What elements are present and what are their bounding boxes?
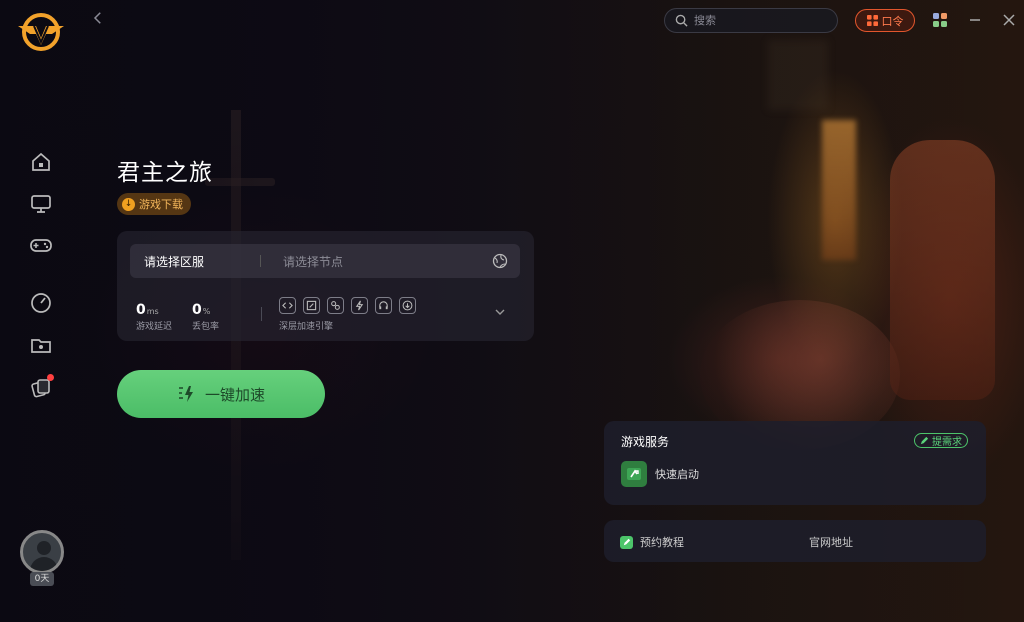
engine-tool-4[interactable] bbox=[351, 297, 368, 314]
loss-stat: 0% 丢包率 bbox=[192, 299, 219, 332]
app-logo bbox=[16, 12, 66, 54]
nodes-icon bbox=[331, 301, 340, 310]
sidebar-item-home[interactable] bbox=[30, 151, 52, 173]
minimize-button[interactable] bbox=[965, 10, 985, 30]
engine-tool-6[interactable] bbox=[399, 297, 416, 314]
quick-start-label: 快速启动 bbox=[655, 468, 699, 481]
accelerate-button[interactable]: 一键加速 bbox=[117, 370, 325, 418]
quick-start-item[interactable]: 快速启动 bbox=[621, 461, 699, 487]
divider bbox=[261, 307, 262, 321]
game-download-label: 游戏下载 bbox=[139, 198, 183, 211]
download-circle-icon bbox=[402, 300, 413, 311]
apps-icon bbox=[933, 13, 947, 27]
speedometer-icon bbox=[31, 293, 51, 313]
submit-request-label: 提需求 bbox=[932, 437, 962, 448]
code-icon bbox=[282, 302, 293, 309]
avatar bbox=[20, 530, 64, 574]
search-input[interactable] bbox=[694, 14, 824, 27]
back-arrow-icon[interactable] bbox=[92, 10, 108, 30]
folder-icon bbox=[31, 339, 51, 353]
home-icon bbox=[32, 152, 50, 171]
region-node-row: 请选择区服 请选择节点 bbox=[130, 244, 520, 278]
notification-dot bbox=[47, 374, 54, 381]
bolt-icon bbox=[355, 300, 364, 311]
sidebar-item-speed[interactable] bbox=[30, 292, 52, 314]
network-stats: 0ms 游戏延迟 0% 丢包率 bbox=[136, 299, 219, 332]
tutorial-label: 预约教程 bbox=[640, 536, 684, 549]
engine-tool-5[interactable] bbox=[375, 297, 392, 314]
kouling-label: 口令 bbox=[881, 14, 904, 28]
loss-value: 0 bbox=[192, 302, 202, 318]
submit-request-button[interactable]: 提需求 bbox=[914, 433, 968, 448]
kouling-button[interactable]: 口令 bbox=[855, 9, 915, 32]
engine-label: 深层加速引擎 bbox=[279, 322, 334, 332]
user-avatar[interactable]: 0天 bbox=[18, 530, 66, 586]
accelerate-label: 一键加速 bbox=[204, 385, 265, 404]
region-select[interactable]: 请选择区服 bbox=[130, 253, 260, 270]
chevron-down-icon[interactable] bbox=[494, 307, 506, 317]
headset-icon bbox=[379, 301, 388, 310]
loss-unit: % bbox=[202, 307, 211, 316]
links-panel: 预约教程 官网地址 bbox=[604, 520, 986, 562]
lightning-icon bbox=[178, 386, 193, 402]
game-download-button[interactable]: ↓ 游戏下载 bbox=[117, 193, 191, 215]
gamepad-icon bbox=[30, 239, 52, 252]
globe-icon[interactable] bbox=[492, 253, 508, 269]
apps-button[interactable] bbox=[930, 10, 950, 30]
edit-icon bbox=[620, 535, 633, 549]
game-services-panel: 游戏服务 提需求 快速启动 bbox=[604, 421, 986, 505]
engine-tool-3[interactable] bbox=[327, 297, 344, 314]
latency-stat: 0ms 游戏延迟 bbox=[136, 299, 172, 332]
node-select[interactable]: 请选择节点 bbox=[261, 253, 492, 270]
engine-tool-1[interactable] bbox=[279, 297, 296, 314]
download-icon: ↓ bbox=[122, 197, 135, 211]
engine-tools bbox=[279, 297, 416, 314]
sidebar-item-monitor[interactable] bbox=[30, 193, 52, 215]
grid-icon bbox=[866, 15, 878, 26]
latency-unit: ms bbox=[146, 307, 159, 316]
loss-label: 丢包率 bbox=[192, 322, 220, 332]
sidebar-item-games[interactable] bbox=[30, 234, 52, 256]
monitor-icon bbox=[31, 195, 51, 213]
node-panel: 请选择区服 请选择节点 0ms 游戏延迟 0% 丢包率 深层加速引擎 bbox=[117, 231, 534, 341]
website-link[interactable]: 官网地址 bbox=[809, 534, 853, 550]
engine-tool-2[interactable] bbox=[303, 297, 320, 314]
sidebar-item-cards[interactable] bbox=[30, 374, 54, 398]
latency-value: 0 bbox=[136, 302, 146, 318]
latency-label: 游戏延迟 bbox=[136, 322, 173, 332]
window-icon bbox=[306, 300, 317, 311]
minimize-icon bbox=[970, 19, 980, 21]
close-button[interactable] bbox=[999, 10, 1019, 30]
search-box[interactable] bbox=[664, 8, 838, 33]
member-days: 0天 bbox=[30, 572, 54, 586]
close-icon bbox=[1003, 14, 1015, 26]
sidebar-item-folder[interactable] bbox=[30, 334, 52, 356]
game-title: 君主之旅 bbox=[117, 160, 213, 186]
tutorial-link[interactable]: 预约教程 bbox=[620, 534, 684, 550]
search-icon bbox=[675, 14, 688, 27]
services-title: 游戏服务 bbox=[621, 435, 670, 449]
pencil-icon bbox=[920, 436, 929, 445]
quick-start-icon bbox=[621, 461, 647, 487]
